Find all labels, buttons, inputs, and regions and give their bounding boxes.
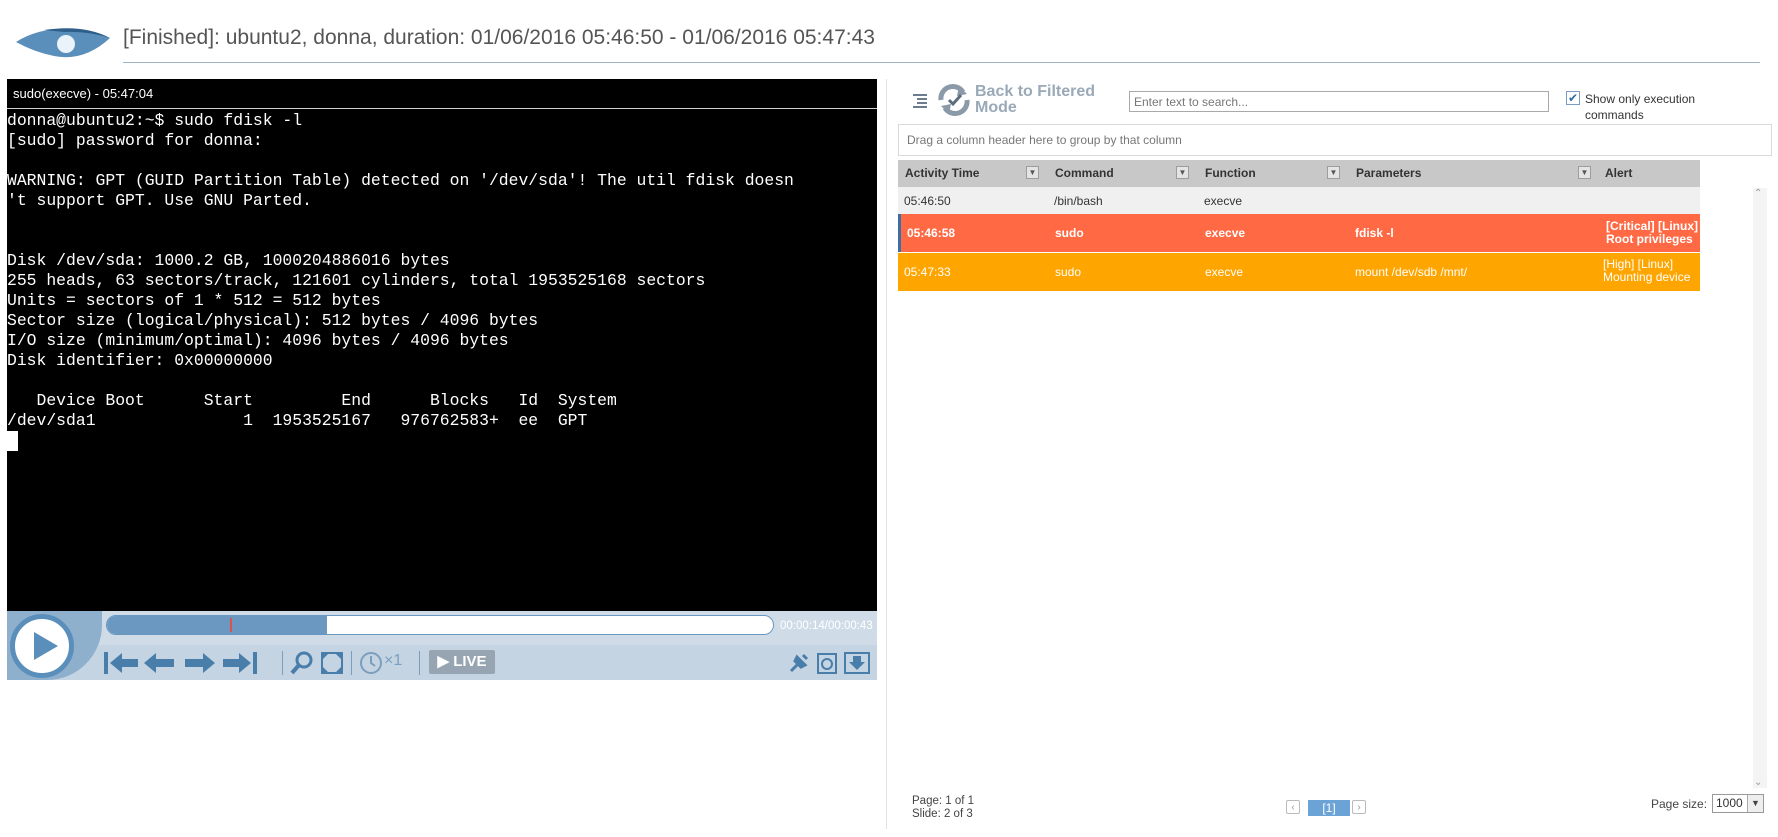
pager-current-page[interactable]: [1] <box>1308 800 1350 816</box>
alert-description: Mounting device <box>1603 270 1691 284</box>
terminal-screen: donna@ubuntu2:~$ sudo fdisk -l [sudo] pa… <box>7 111 794 430</box>
terminal-titlebar: sudo(execve) - 05:47:04 <box>7 79 877 109</box>
step-forward-icon[interactable] <box>181 649 217 677</box>
skip-to-end-icon[interactable] <box>219 649 259 677</box>
speed-label[interactable]: ×1 <box>384 652 402 670</box>
group-by-panel[interactable]: Drag a column header here to group by th… <box>898 124 1772 156</box>
timeline-progress <box>107 616 327 634</box>
grid-scrollbar[interactable]: ⌃ ⌄ <box>1753 188 1767 788</box>
live-icon: ▶ <box>437 653 450 670</box>
panel-divider <box>886 79 887 829</box>
back-to-filtered-button[interactable]: Back to Filtered Mode <box>975 84 1095 116</box>
eye-logo-icon <box>16 28 110 58</box>
chevron-down-icon[interactable]: ▼ <box>1747 795 1763 812</box>
filter-activity-time-icon[interactable]: ▼ <box>1026 166 1039 179</box>
cell-activity-time: 05:46:50 <box>904 194 951 208</box>
page-size-value: 1000 <box>1716 796 1743 810</box>
alert-description: Root privileges <box>1606 232 1693 246</box>
table-row[interactable]: 05:46:50 /bin/bash execve <box>898 187 1700 214</box>
slide-status: Slide: 2 of 3 <box>912 808 973 820</box>
search-input[interactable] <box>1129 91 1549 112</box>
scroll-down-icon[interactable]: ⌄ <box>1754 777 1762 788</box>
cell-function: execve <box>1204 194 1243 208</box>
page-size-select[interactable]: 1000 ▼ <box>1712 794 1764 813</box>
timeline-alert-marker <box>230 618 232 632</box>
pin-icon[interactable] <box>787 651 811 675</box>
play-icon[interactable] <box>10 614 74 678</box>
back-label-line1: Back to Filtered <box>975 83 1096 100</box>
column-header-command[interactable]: Command <box>1055 160 1114 187</box>
filter-parameters-icon[interactable]: ▼ <box>1578 166 1591 179</box>
timeline-scrubber[interactable] <box>106 615 774 635</box>
scroll-up-icon[interactable]: ⌃ <box>1754 188 1762 199</box>
pager-prev-icon[interactable]: ‹ <box>1286 800 1300 814</box>
column-header-parameters[interactable]: Parameters <box>1356 160 1421 187</box>
page-status: Page: 1 of 1 <box>912 795 975 807</box>
show-exec-checkbox[interactable]: ✔ <box>1566 91 1580 105</box>
live-button[interactable]: ▶ LIVE <box>429 650 495 674</box>
skip-to-start-icon[interactable] <box>102 649 142 677</box>
cell-activity-time: 05:47:33 <box>904 265 951 279</box>
time-display: 00:00:14/00:00:43 <box>780 620 873 632</box>
cell-activity-time: 05:46:58 <box>907 226 956 240</box>
cell-command: sudo <box>1055 265 1082 279</box>
cell-alert: [Critical] [Linux] Root privileges <box>1606 220 1698 246</box>
pager-status: Page: 1 of 1 Slide: 2 of 3 <box>912 795 974 821</box>
checkmark-icon: ✔ <box>1567 91 1579 105</box>
column-header-alert[interactable]: Alert <box>1605 160 1632 187</box>
refresh-back-icon[interactable] <box>935 82 973 118</box>
zoom-icon[interactable] <box>289 650 315 676</box>
filter-command-icon[interactable]: ▼ <box>1176 166 1189 179</box>
cell-command: sudo <box>1055 226 1084 240</box>
cell-alert: [High] [Linux] Mounting device <box>1603 258 1690 284</box>
show-exec-label[interactable]: Show only execution commands <box>1585 91 1720 123</box>
pager-next-icon[interactable]: › <box>1352 800 1366 814</box>
cell-parameters: mount /dev/sdb /mnt/ <box>1355 265 1468 279</box>
column-header-function[interactable]: Function <box>1205 160 1256 187</box>
cell-function: execve <box>1205 265 1244 279</box>
speed-clock-icon[interactable] <box>358 650 384 676</box>
download-icon[interactable] <box>843 650 871 676</box>
list-toggle-icon[interactable] <box>911 92 929 110</box>
header-divider <box>123 62 1760 63</box>
cell-function: execve <box>1205 226 1246 240</box>
filter-function-icon[interactable]: ▼ <box>1327 166 1340 179</box>
table-row[interactable]: 05:47:33 sudo execve mount /dev/sdb /mnt… <box>898 253 1700 291</box>
step-back-icon[interactable] <box>142 649 178 677</box>
page-size-label: Page size: <box>1651 797 1708 811</box>
column-header-activity-time[interactable]: Activity Time <box>905 160 979 187</box>
cell-command: /bin/bash <box>1054 194 1103 208</box>
screenshot-icon[interactable] <box>815 650 839 676</box>
cell-parameters: fdisk -l <box>1355 226 1394 240</box>
session-player: sudo(execve) - 05:47:04 donna@ubuntu2:~$… <box>7 79 877 680</box>
fullscreen-icon[interactable] <box>319 650 345 676</box>
player-controls: 00:00:14/00:00:43 ×1 ▶ LIVE <box>7 611 877 680</box>
grid-header: Activity Time ▼ Command ▼ Function ▼ Par… <box>898 160 1700 187</box>
back-label-line2: Mode <box>975 99 1017 116</box>
live-label: LIVE <box>453 653 487 670</box>
terminal-cursor <box>7 431 18 451</box>
page-title: [Finished]: ubuntu2, donna, duration: 01… <box>123 26 875 49</box>
table-row[interactable]: 05:46:58 sudo execve fdisk -l [Critical]… <box>898 214 1700 252</box>
